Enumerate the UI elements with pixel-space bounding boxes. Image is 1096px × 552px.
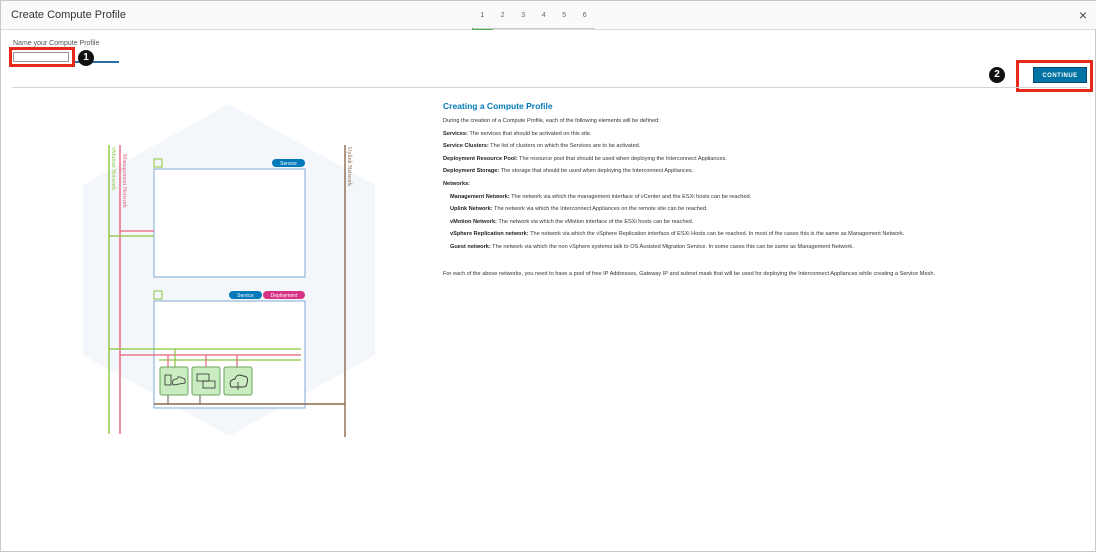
callout-badge-2: 2	[989, 67, 1005, 83]
dialog-title: Create Compute Profile	[11, 9, 126, 21]
info-item-term: Networks:	[443, 180, 471, 187]
info-item-term: Uplink Network:	[450, 206, 493, 213]
info-item-term: Deployment Storage:	[443, 168, 500, 175]
info-item: vSphere Replication network: The network…	[443, 228, 1073, 241]
info-item-term: Guest network:	[450, 243, 491, 250]
info-item: Networks:	[443, 178, 1073, 191]
step-1[interactable]: 1	[472, 1, 493, 30]
info-item-term: Deployment Resource Pool:	[443, 155, 518, 162]
info-item: Deployment Storage: The storage that sho…	[443, 165, 1073, 178]
step-5[interactable]: 5	[554, 1, 575, 30]
info-item-desc: The network via which the vMotion interf…	[496, 218, 694, 225]
info-item: Guest network: The network via which the…	[443, 241, 1073, 254]
info-item: Management Network: The network via whic…	[443, 191, 1073, 204]
info-item-term: Management Network:	[450, 193, 510, 200]
step-4[interactable]: 4	[534, 1, 555, 30]
info-item: Service Clusters: The list of clusters o…	[443, 140, 1073, 153]
callout-highlight-1	[9, 47, 75, 67]
mgmt-network-label: Management Network	[121, 154, 127, 208]
step-2[interactable]: 2	[493, 1, 514, 30]
deployment-tag: Deployment	[271, 293, 298, 299]
wizard-steps: 1 2 3 4 5 6	[472, 1, 595, 30]
info-intro: During the creation of a Compute Profile…	[443, 118, 660, 124]
compute-profile-diagram: vMotion Network Management Network Uplin…	[83, 104, 375, 437]
service-tag-2: Service	[237, 293, 254, 299]
uplink-network-label: Uplink Network	[346, 147, 352, 186]
info-list: Services: The services that should be ac…	[443, 128, 1073, 254]
info-item: vMotion Network: The network via which t…	[443, 216, 1073, 229]
info-item-term: Services:	[443, 130, 468, 137]
info-item-term: vMotion Network:	[450, 218, 497, 225]
cluster-box-1: Service	[153, 158, 306, 278]
step-6[interactable]: 6	[575, 1, 596, 30]
info-footer: For each of the above networks, you need…	[443, 270, 936, 277]
vmotion-network-label: vMotion Network	[110, 147, 116, 190]
info-item: Deployment Resource Pool: The resource p…	[443, 153, 1073, 166]
close-icon[interactable]: ×	[1079, 7, 1087, 23]
info-item: Uplink Network: The network via which th…	[443, 203, 1073, 216]
info-item-desc: The resource pool that should be used wh…	[517, 155, 727, 162]
step-3[interactable]: 3	[513, 1, 534, 30]
service-tag-1: Service	[280, 161, 297, 167]
dialog-header: Create Compute Profile 1 2 3 4 5 6 ×	[1, 1, 1096, 30]
dialog: Create Compute Profile 1 2 3 4 5 6 × Nam…	[0, 0, 1096, 552]
info-item-desc: The network via which the non vSphere sy…	[490, 243, 854, 250]
info-item-desc: The network via which the Interconnect A…	[492, 206, 708, 213]
name-label: Name your Compute Profile	[13, 40, 100, 47]
header-divider	[12, 87, 1087, 88]
callout-badge-1: 1	[78, 50, 94, 66]
info-item-desc: The network via which the management int…	[509, 193, 752, 200]
steps-divider	[473, 28, 595, 29]
info-item-term: Service Clusters:	[443, 143, 489, 150]
wan-optimization-appliance-icon	[191, 366, 221, 396]
info-panel: Creating a Compute Profile During the cr…	[443, 101, 1073, 280]
info-item-desc: The list of clusters on which the Servic…	[488, 143, 641, 150]
info-item-desc: The network via which the vSphere Replic…	[528, 231, 905, 238]
info-item-desc: The services that should be activated on…	[467, 130, 592, 137]
info-item-term: vSphere Replication network:	[450, 231, 529, 238]
info-item: Services: The services that should be ac…	[443, 128, 1073, 141]
info-item-desc: The storage that should be used when dep…	[499, 168, 694, 175]
network-extension-appliance-icon	[159, 366, 189, 396]
info-heading: Creating a Compute Profile	[443, 101, 553, 111]
continue-button[interactable]: CONTINUE	[1033, 67, 1087, 83]
interconnect-cloud-appliance-icon	[223, 366, 253, 396]
